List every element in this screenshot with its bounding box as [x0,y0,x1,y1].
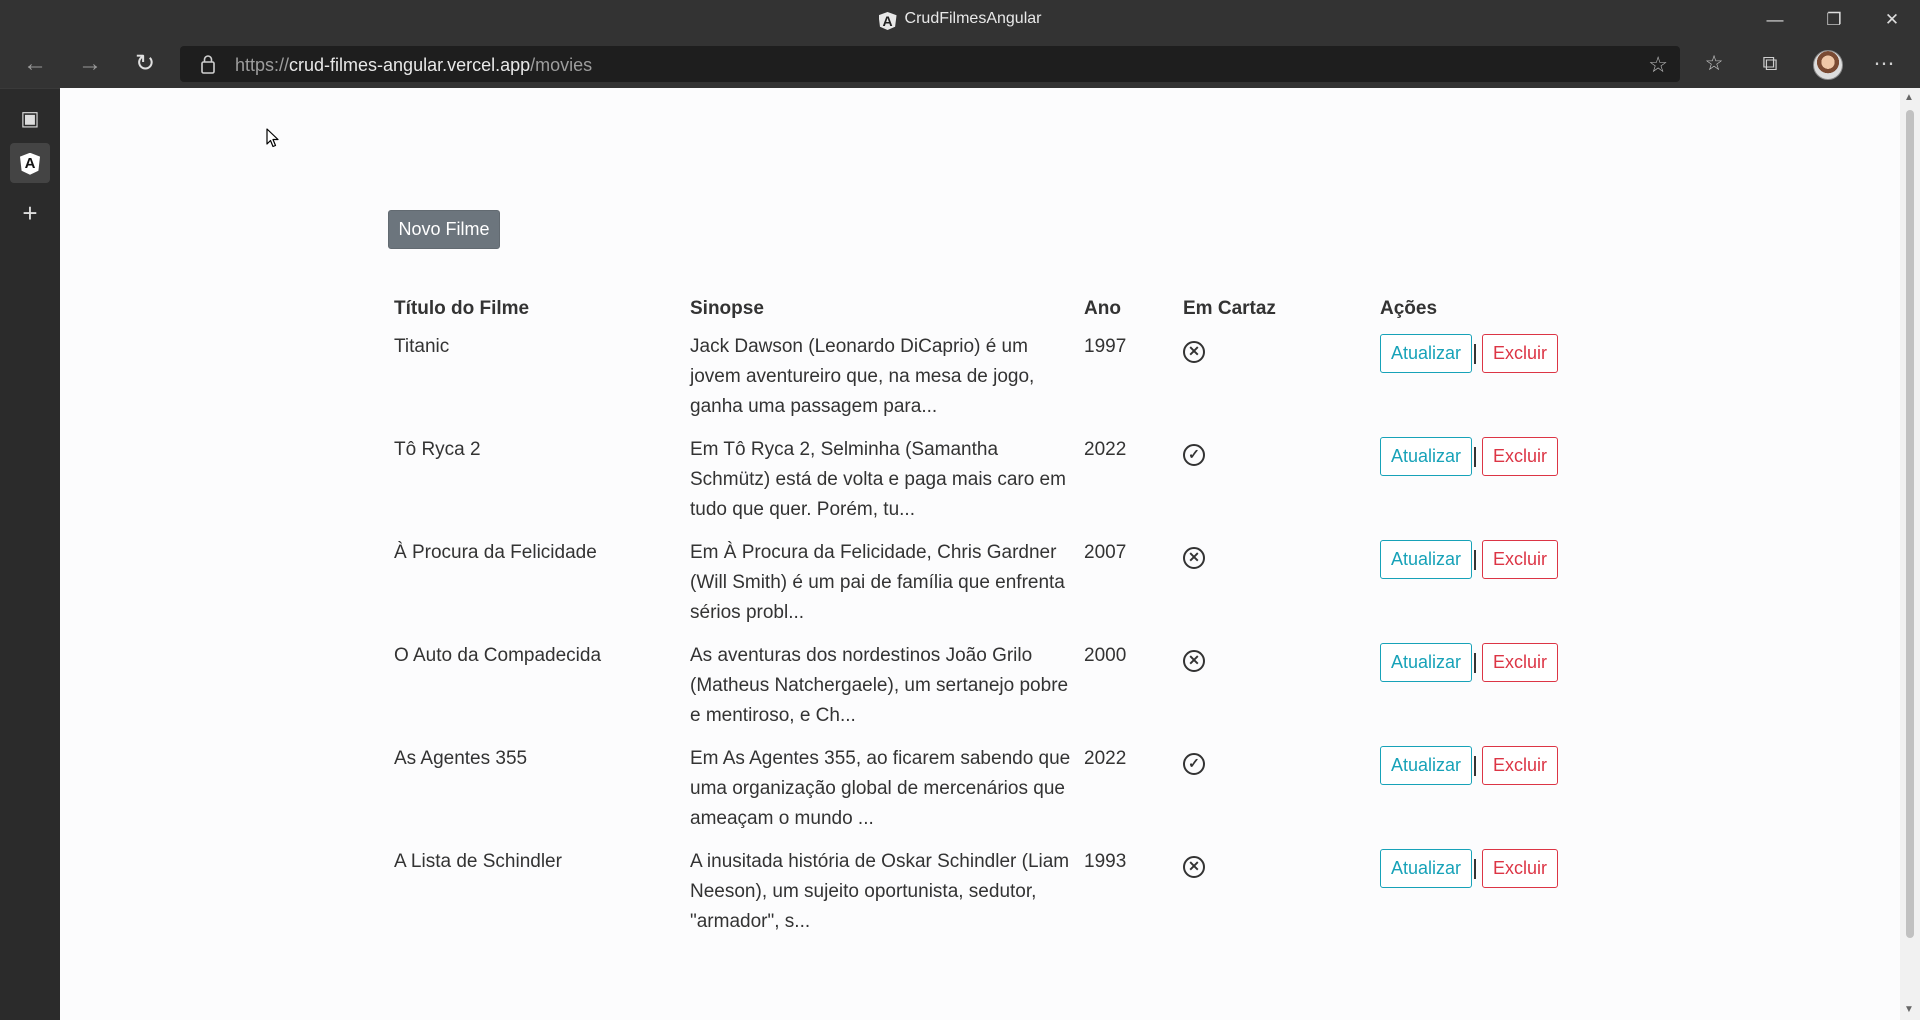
delete-button[interactable]: Excluir [1482,540,1559,579]
divider [1474,550,1477,570]
movies-table: Título do Filme Sinopse Ano Em Cartaz Aç… [388,288,1574,946]
angular-icon: A [20,152,40,175]
lock-icon [201,55,215,74]
movie-title: Titanic [394,336,450,357]
showing-check-icon: ✓ [1183,753,1205,775]
tab-actions-icon[interactable]: ▣ [10,99,50,139]
not-showing-icon: ✕ [1183,856,1205,878]
vertical-scrollbar[interactable]: ▲ ▼ [1900,88,1920,1020]
not-showing-icon: ✕ [1183,650,1205,672]
table-row: Tô Ryca 2 Em Tô Ryca 2, Selminha (Samant… [388,431,1574,534]
update-button[interactable]: Atualizar [1380,849,1473,888]
address-bar[interactable]: https://crud-filmes-angular.vercel.app/m… [180,46,1680,82]
forward-button[interactable]: → [72,46,108,82]
movie-synopsis: As aventuras dos nordestinos João Grilo … [690,645,1069,726]
table-row: Titanic Jack Dawson (Leonardo DiCaprio) … [388,328,1574,431]
movies-tbody: Titanic Jack Dawson (Leonardo DiCaprio) … [388,328,1574,946]
table-row: O Auto da Compadecida As aventuras dos n… [388,637,1574,740]
movie-year: 2007 [1084,542,1127,563]
movie-title: À Procura da Felicidade [394,542,597,563]
table-row: À Procura da Felicidade Em À Procura da … [388,534,1574,637]
movie-synopsis: Em Tô Ryca 2, Selminha (Samantha Schmütz… [690,439,1066,520]
browser-toolbar: ← → ↻ https://crud-filmes-angular.vercel… [0,40,1920,88]
header-actions: Ações [1380,298,1438,319]
movie-synopsis: A inusitada história de Oskar Schindler … [690,851,1070,932]
movie-title: O Auto da Compadecida [394,645,602,666]
profile-avatar[interactable] [1813,50,1843,80]
scrollbar-thumb[interactable] [1906,110,1914,938]
not-showing-icon: ✕ [1183,547,1205,569]
update-button[interactable]: Atualizar [1380,540,1473,579]
update-button[interactable]: Atualizar [1380,334,1473,373]
movie-synopsis: Jack Dawson (Leonardo DiCaprio) é um jov… [690,336,1035,417]
header-year: Ano [1084,298,1121,319]
delete-button[interactable]: Excluir [1482,334,1559,373]
scroll-down-icon[interactable]: ▼ [1904,1004,1914,1015]
table-row: A Lista de Schindler A inusitada históri… [388,843,1574,946]
movie-title: Tô Ryca 2 [394,439,481,460]
movie-year: 2000 [1084,645,1127,666]
movie-year: 2022 [1084,439,1127,460]
url-path: /movies [530,55,593,75]
new-movie-button[interactable]: Novo Filme [388,210,500,249]
table-header-row: Título do Filme Sinopse Ano Em Cartaz Aç… [388,288,1574,328]
mouse-cursor-icon [266,128,279,148]
delete-button[interactable]: Excluir [1482,746,1559,785]
header-showing: Em Cartaz [1183,298,1276,319]
favorites-icon[interactable]: ☆ [1696,46,1732,82]
showing-check-icon: ✓ [1183,444,1205,466]
collections-icon[interactable]: ⧉ [1752,46,1788,82]
delete-button[interactable]: Excluir [1482,437,1559,476]
movie-title: As Agentes 355 [394,748,528,769]
maximize-button[interactable]: ❐ [1806,4,1862,36]
movie-year: 2022 [1084,748,1127,769]
divider [1474,859,1477,879]
more-menu-icon[interactable]: ⋯ [1866,46,1902,82]
delete-button[interactable]: Excluir [1482,643,1559,682]
movie-synopsis: Em As Agentes 355, ao ficarem sabendo qu… [690,748,1071,829]
url-host: crud-filmes-angular.vercel.app [289,55,531,75]
movie-synopsis: Em À Procura da Felicidade, Chris Gardne… [690,542,1065,623]
close-button[interactable]: ✕ [1864,4,1920,36]
add-favorite-icon[interactable]: ☆ [1648,52,1668,78]
divider [1474,447,1477,467]
window-title-text: CrudFilmesAngular [904,10,1042,27]
movie-year: 1993 [1084,851,1127,872]
divider [1474,756,1477,776]
minimize-button[interactable]: — [1747,4,1803,36]
divider [1474,653,1477,673]
back-button[interactable]: ← [17,46,53,82]
page-content: Novo Filme Título do Filme Sinopse Ano E… [60,88,1900,1020]
movie-year: 1997 [1084,336,1127,357]
header-title: Título do Filme [394,298,530,319]
table-row: As Agentes 355 Em As Agentes 355, ao fic… [388,740,1574,843]
window-title: A CrudFilmesAngular [0,10,1920,30]
update-button[interactable]: Atualizar [1380,746,1473,785]
refresh-button[interactable]: ↻ [127,46,163,82]
divider [1474,344,1477,364]
url-scheme: https:// [235,55,290,75]
vertical-tabs-rail: ▣ A + [0,88,60,1020]
new-tab-icon[interactable]: + [10,193,50,233]
update-button[interactable]: Atualizar [1380,643,1473,682]
url-text[interactable]: https://crud-filmes-angular.vercel.app/m… [235,55,592,76]
scroll-up-icon[interactable]: ▲ [1904,92,1914,103]
angular-icon: A [878,12,897,30]
update-button[interactable]: Atualizar [1380,437,1473,476]
delete-button[interactable]: Excluir [1482,849,1559,888]
header-synopsis: Sinopse [690,298,764,319]
not-showing-icon: ✕ [1183,341,1205,363]
movie-title: A Lista de Schindler [394,851,562,872]
tab-crudfilmesangular[interactable]: A [10,143,50,183]
title-bar: A CrudFilmesAngular — ❐ ✕ [0,0,1920,40]
